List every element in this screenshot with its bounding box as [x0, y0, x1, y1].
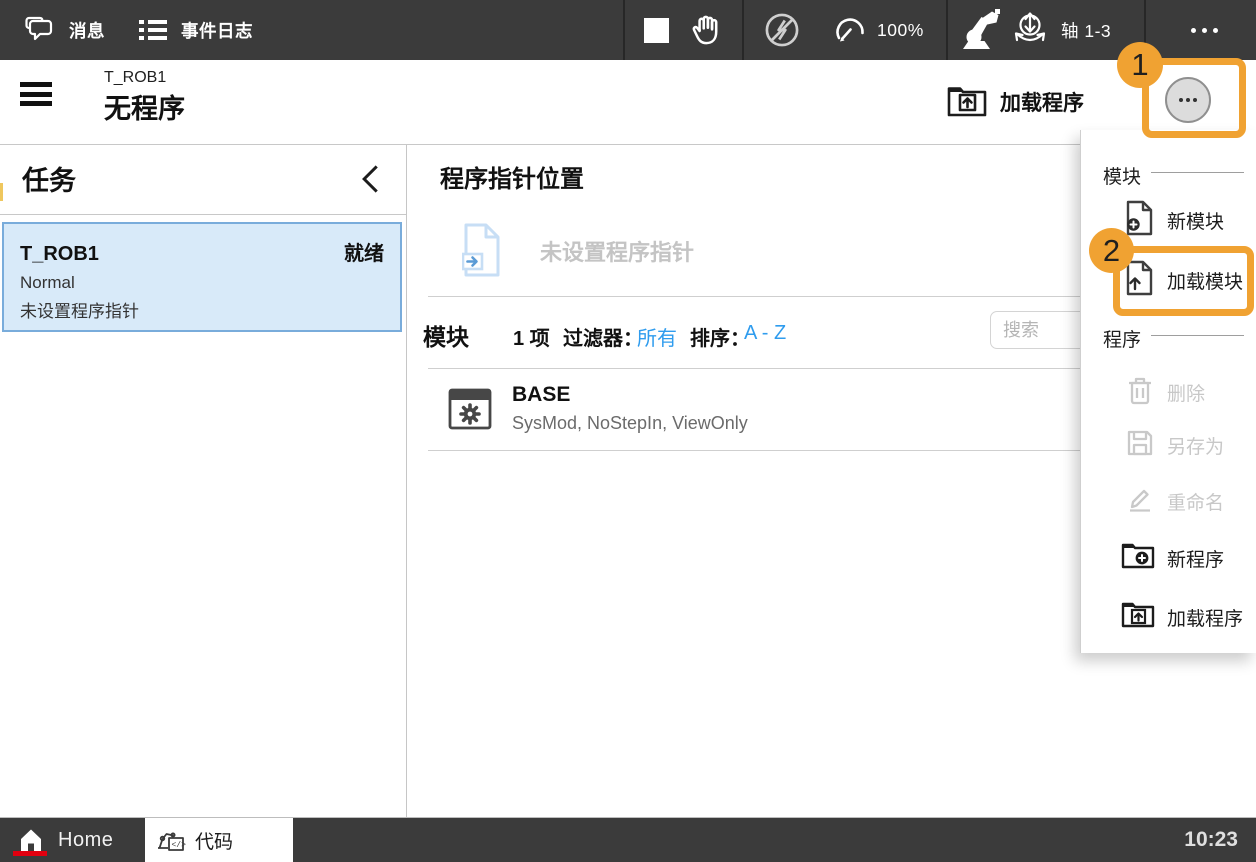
topbar-more-button[interactable] [1182, 0, 1226, 60]
menu-item-label: 另存为 [1167, 432, 1224, 459]
edge-notification-sliver [0, 183, 3, 201]
trash-icon [1125, 374, 1155, 411]
pointer-empty-text: 未设置程序指针 [540, 235, 694, 267]
event-log-label: 事件日志 [181, 18, 253, 43]
filter-label: 过滤器： [563, 322, 643, 351]
page-title: 无程序 [104, 87, 185, 126]
manual-mode-button[interactable] [686, 0, 723, 60]
messages-label: 消息 [69, 18, 105, 43]
save-icon [1125, 427, 1155, 464]
menu-item-new-program[interactable]: 新程序 [1081, 535, 1256, 581]
menu-section-modules: 模块 [1103, 162, 1141, 189]
pointer-document-icon [462, 222, 502, 283]
load-program-header-label: 加载程序 [1000, 87, 1084, 117]
speed-value: 100% [877, 20, 924, 41]
menu-item-rename: 重命名 [1081, 478, 1256, 524]
context-menu: 模块 新模块 [1080, 130, 1256, 653]
menu-rule [1151, 335, 1244, 336]
tasks-panel: 任务 T_ROB1 就绪 Normal 未设置程序指针 [0, 145, 406, 818]
menu-item-label: 新模块 [1167, 207, 1224, 234]
stop-button[interactable] [644, 0, 669, 60]
modules-section-title: 模块 [423, 318, 469, 352]
code-tab-label: 代码 [195, 827, 233, 854]
task-list-item-trob1[interactable]: T_ROB1 就绪 Normal 未设置程序指针 [2, 222, 402, 332]
bottom-taskbar: Home </> 代码 10:23 [0, 818, 1256, 862]
topbar-separator [623, 0, 625, 60]
menu-item-label: 删除 [1167, 379, 1205, 406]
home-icon [17, 826, 45, 854]
axis-jog-icon [1008, 10, 1052, 50]
hand-icon [686, 13, 723, 48]
ellipsis-icon [1191, 28, 1196, 33]
system-module-icon [448, 387, 492, 438]
tasks-panel-title: 任务 [22, 159, 76, 198]
menu-item-save-as: 另存为 [1081, 422, 1256, 468]
stop-icon [644, 18, 669, 43]
step1-badge: 1 [1117, 42, 1163, 88]
task-name: T_ROB1 [20, 243, 99, 266]
rename-pencil-icon [1125, 483, 1155, 520]
main-menu-button[interactable] [20, 82, 54, 124]
menu-item-label: 加载程序 [1167, 604, 1243, 631]
header-task-name: T_ROB1 [104, 69, 166, 87]
hamburger-icon [20, 82, 52, 87]
topbar-separator [946, 0, 948, 60]
task-pointer-status: 未设置程序指针 [20, 297, 384, 322]
clock: 10:23 [1184, 818, 1238, 862]
menu-section-program: 程序 [1103, 325, 1141, 352]
sort-label: 排序： [690, 322, 750, 351]
doc-plus-icon [1125, 200, 1154, 241]
modules-count: 1 项 [513, 322, 550, 351]
home-active-underline [13, 851, 47, 856]
chevron-left-icon [356, 163, 386, 195]
filter-value-link[interactable]: 所有 [637, 322, 677, 351]
taskbar-divider [0, 817, 1256, 818]
menu-rule [1151, 172, 1244, 173]
top-status-bar: 消息 事件日志 [0, 0, 1256, 60]
menu-item-label: 重命名 [1167, 488, 1224, 515]
collapse-panel-button[interactable] [356, 163, 386, 195]
task-status-badge: 就绪 [344, 237, 384, 266]
folder-upload-icon [1121, 601, 1155, 634]
event-log-icon [136, 15, 170, 45]
app-header: T_ROB1 无程序 加载程序 [0, 60, 1256, 145]
topbar-separator [742, 0, 744, 60]
flexpendant-screen: 消息 事件日志 [0, 0, 1256, 862]
robot-arm-icon [957, 8, 1003, 52]
event-log-button[interactable]: 事件日志 [136, 0, 253, 60]
menu-item-load-program[interactable]: 加载程序 [1081, 594, 1256, 640]
menu-item-delete: 删除 [1081, 369, 1256, 415]
highlight-box-step2 [1113, 246, 1254, 316]
axis-selector-button[interactable]: 轴 1-3 [1008, 0, 1111, 60]
step2-badge: 2 [1089, 228, 1134, 273]
svg-text:</>: </> [172, 841, 187, 850]
robot-indicator[interactable] [957, 0, 1003, 60]
speech-bubble-icon [24, 14, 58, 46]
menu-item-label: 新程序 [1167, 545, 1224, 572]
tasks-divider [0, 214, 406, 215]
home-label[interactable]: Home [58, 818, 113, 862]
sort-value-link[interactable]: A - Z [744, 322, 786, 345]
axes-label: 轴 1-3 [1061, 18, 1111, 43]
motors-off-icon [763, 11, 801, 49]
motors-off-indicator[interactable] [763, 0, 801, 60]
task-mode: Normal [20, 273, 384, 293]
speedometer-icon [830, 15, 870, 45]
tab-code-active[interactable]: </> 代码 [145, 818, 293, 862]
load-program-header-button[interactable]: 加载程序 [946, 80, 1084, 124]
pointer-section-title: 程序指针位置 [440, 159, 584, 194]
folder-upload-icon [946, 84, 988, 120]
folder-plus-icon [1121, 542, 1155, 575]
code-robot-icon: </> [155, 824, 187, 861]
messages-button[interactable]: 消息 [24, 0, 105, 60]
module-row-attributes: SysMod, NoStepIn, ViewOnly [512, 413, 748, 434]
speed-indicator[interactable]: 100% [830, 0, 924, 60]
module-row-name[interactable]: BASE [512, 383, 570, 407]
